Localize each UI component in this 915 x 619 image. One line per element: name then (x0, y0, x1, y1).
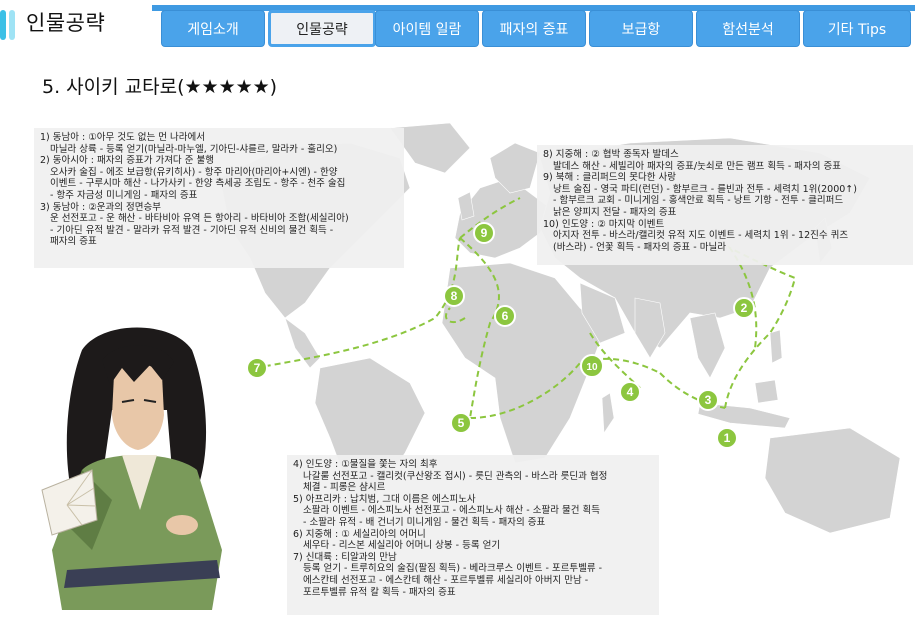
note-line: 7) 신대륙 : 티알과의 만남 (293, 551, 397, 563)
marker-4: 4 (619, 381, 641, 403)
note-line: - 항주 자금성 미니게임 - 패자의 증표 (50, 189, 198, 201)
marker-5: 5 (450, 412, 472, 434)
marker-6: 6 (494, 305, 516, 327)
note-line: 3) 동남아 : ②운과의 정면승부 (40, 201, 161, 213)
marker-10: 10 (580, 354, 604, 378)
note-line: 등록 얻기 - 트루히요의 술집(팔짐 획득) - 베라크루스 이벤트 - 포르… (303, 563, 603, 575)
note-line: 에스칸테 선전포고 - 에스칸테 해산 - 포르투벨류 세실리아 아버지 만남 … (303, 574, 589, 586)
title-accent-bar (0, 10, 6, 40)
page-header: 인물공략 게임소개 인물공략 아이템 일람 패자의 증표 보급항 함선분석 기타… (0, 0, 915, 54)
svg-text:10: 10 (586, 362, 598, 373)
marker-2: 2 (733, 297, 755, 319)
note-line: (바스라) - 언꽃 획득 - 패자의 증표 - 마닐라 (553, 241, 726, 253)
note-line: 포르투벨류 유적 칼 획득 - 패자의 증표 (303, 586, 456, 598)
route-notes-europe: 8) 지중해 : ② 협박 종독자 발데스 발데스 해산 - 세빌리아 패자의 … (537, 145, 913, 265)
note-line: 세우타 - 리스본 세실리아 어머니 상봉 - 등록 얻기 (303, 540, 501, 552)
note-line: 패자의 증표 (50, 236, 97, 248)
note-line: 운 선전포고 - 운 해산 - 바타비아 유역 든 항아리 - 바타비아 조합(… (50, 213, 349, 225)
note-line: - 기아딘 유적 발견 - 말라카 유적 발견 - 기아딘 유적 신비의 물건 … (50, 224, 334, 236)
note-line: 1) 동남아 : ①아무 것도 없는 먼 나라에서 (40, 132, 205, 143)
tab-supply-port[interactable]: 보급항 (589, 10, 693, 47)
note-line: 6) 지중해 : ① 세실리아의 어머니 (293, 528, 426, 540)
svg-text:9: 9 (481, 226, 488, 240)
note-line: 나갈룰 선전포고 - 캘리컷(쿠산왕조 접시) - 릇딘 관측의 - 바스라 릇… (303, 470, 608, 482)
svg-text:5: 5 (458, 416, 465, 430)
svg-text:1: 1 (724, 431, 731, 445)
svg-text:4: 4 (627, 385, 634, 399)
tab-character-guide[interactable]: 인물공략 (268, 10, 376, 47)
marker-9: 9 (473, 222, 495, 244)
route-notes-africa-americas: 4) 인도양 : ①물질을 쫓는 자의 최후 나갈룰 선전포고 - 캘리컷(쿠산… (287, 455, 659, 615)
note-line: 2) 동아시아 : 패자의 증표가 가져다 준 불행 (40, 155, 214, 167)
svg-text:6: 6 (502, 309, 509, 323)
marker-1: 1 (716, 427, 738, 449)
note-line: 낡은 양피지 전달 - 패자의 증표 (553, 206, 677, 218)
section-title: 5. 사이키 교타로(★★★★★) (42, 76, 278, 98)
svg-text:8: 8 (451, 289, 458, 303)
note-line: 10) 인도양 : ② 마지막 이벤트 (543, 218, 665, 230)
note-line: 8) 지중해 : ② 협박 종독자 발데스 (543, 149, 679, 160)
page-title: 인물공략 (26, 11, 106, 35)
tab-item-list[interactable]: 아이템 일람 (375, 10, 479, 47)
tab-other-tips[interactable]: 기타 Tips (803, 10, 911, 47)
route-notes-asia: 1) 동남아 : ①아무 것도 없는 먼 나라에서 마닐라 상륙 - 등록 얻기… (34, 128, 404, 268)
note-line: 5) 아프리카 : 납치범, 그대 이름은 에스피노사 (293, 493, 476, 505)
note-line: 낭트 술집 - 영국 파티(런던) - 함부르크 - 를빈과 전투 - 세력치 … (553, 183, 857, 195)
note-line: 9) 북해 : 클리퍼드의 못다한 사랑 (543, 172, 676, 184)
marker-3: 3 (697, 389, 719, 411)
note-line: - 소팔라 유적 - 배 건너기 미니게임 - 물건 획득 - 패자의 증표 (303, 516, 546, 528)
title-accent-bar-light (9, 10, 15, 40)
marker-8: 8 (443, 285, 465, 307)
note-line: 오사카 술집 - 에조 보급항(유키히사) - 항주 마리아(마리아+시엔) -… (50, 166, 338, 178)
note-line: 4) 인도양 : ①물질을 쫓는 자의 최후 (293, 459, 438, 470)
svg-text:3: 3 (705, 393, 712, 407)
note-line: 마닐라 상륙 - 등록 얻기(마닐라-마누엘, 기아딘-샤를르, 말라카 - 훌… (50, 143, 338, 155)
character-portrait (41, 327, 222, 610)
note-line: 소팔라 이벤트 - 에스피노사 선전포고 - 에스피노사 해산 - 소팔라 물건… (303, 505, 600, 517)
note-line: 체결 - 피롱은 샴시르 (303, 482, 386, 494)
tab-game-intro[interactable]: 게임소개 (161, 10, 265, 47)
note-line: - 함부르크 교회 - 미니게임 - 홍색안료 획득 - 낭트 기항 - 전투 … (553, 195, 844, 207)
note-line: 발데스 해산 - 세빌리아 패자의 증표/눗쇠로 만든 램프 획득 - 패자의 … (553, 160, 841, 172)
svg-text:2: 2 (741, 301, 748, 315)
tab-ship-analysis[interactable]: 함선분석 (696, 10, 800, 47)
note-line: 아지자 전투 - 바스라/캘리컷 유적 지도 이벤트 - 세력치 1위 - 12… (553, 230, 849, 242)
note-line: 이벤트 - 구루시마 해산 - 나가사키 - 한양 측세공 조립도 - 항주 -… (50, 178, 346, 190)
tab-hegemony-token[interactable]: 패자의 증표 (482, 10, 586, 47)
